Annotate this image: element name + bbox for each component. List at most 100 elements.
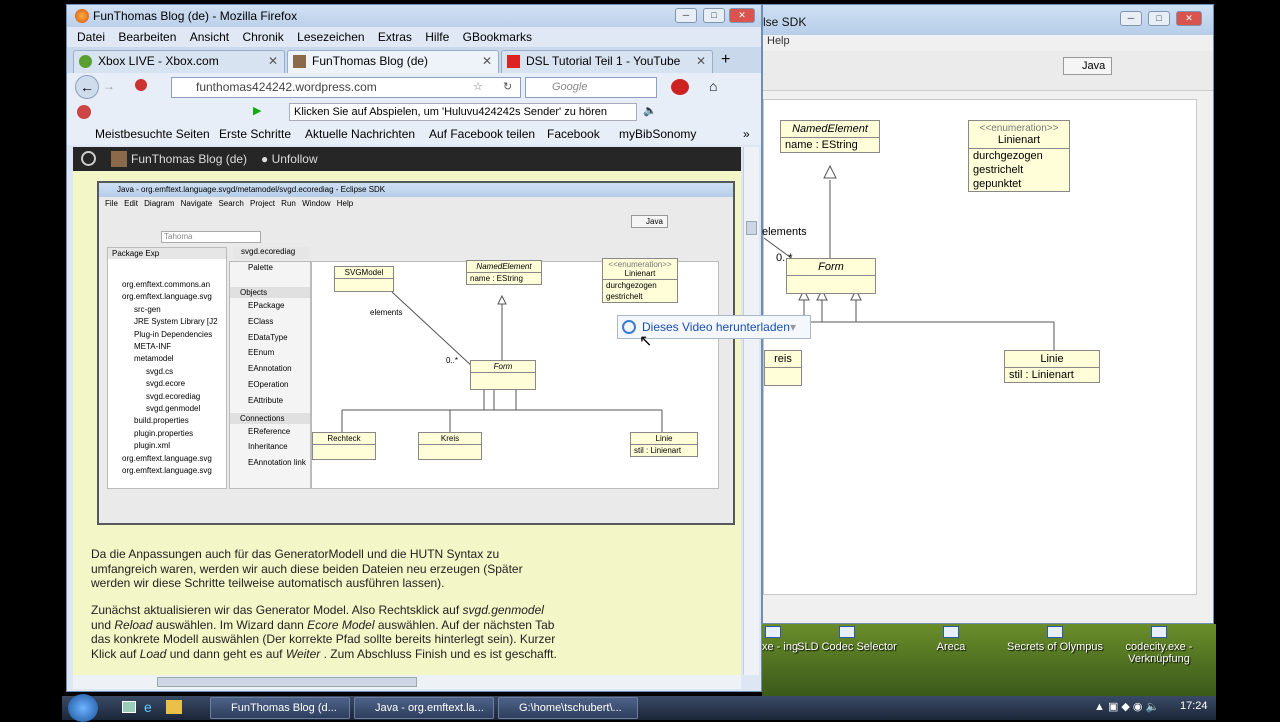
menu-hilfe[interactable]: Hilfe — [425, 30, 449, 44]
menu-chronik[interactable]: Chronik — [242, 30, 283, 44]
shot-menu: File Edit Diagram Navigate Search Projec… — [105, 199, 354, 208]
bookmark-meistbesucht[interactable]: Meistbesuchte Seiten — [95, 127, 210, 141]
article-paragraph-2: Zunächst aktualisieren wir das Generator… — [91, 603, 557, 661]
shortcut-icon — [943, 626, 959, 638]
bg-uml-linie[interactable]: Linie stil : Linienart — [1004, 350, 1100, 383]
bg-eclipse-title: lse SDK — [763, 15, 807, 29]
taskbar-firefox[interactable]: FunThomas Blog (d... — [210, 697, 350, 719]
maximize-icon[interactable]: □ — [1148, 11, 1170, 26]
ie-icon[interactable]: e — [144, 699, 152, 715]
desktop-icon-2[interactable]: SLD Codec Selector — [792, 626, 902, 653]
maximize-icon[interactable]: □ — [703, 8, 725, 23]
adblock-icon[interactable] — [671, 79, 689, 95]
window-title: FunThomas Blog (de) - Mozilla Firefox — [93, 9, 298, 23]
tab-xbox[interactable]: Xbox LIVE - Xbox.com ✕ — [73, 50, 285, 73]
bookmark-nachrichten[interactable]: Aktuelle Nachrichten — [305, 127, 415, 141]
menu-bearbeiten[interactable]: Bearbeiten — [118, 30, 176, 44]
bookmarks-overflow-icon[interactable]: » — [743, 127, 750, 141]
close-icon[interactable]: ✕ — [729, 8, 755, 23]
desktop-background: ll.exe - ing SLD Codec Selector Areca Se… — [748, 624, 1216, 696]
bg-uml-form[interactable]: Form — [786, 258, 876, 294]
search-input[interactable]: Google — [525, 77, 657, 98]
bookmark-mybibsonomy[interactable]: myBibSonomy — [619, 127, 696, 141]
shot-title: Java - org.emftext.language.svgd/metamod… — [99, 183, 733, 197]
taskbar-explorer[interactable]: G:\home\tschubert\... — [498, 697, 638, 719]
wordpress-admin-bar: FunThomas Blog (de) ● Unfollow — [73, 147, 741, 171]
left-black-border — [0, 0, 62, 720]
shot-package-explorer: Package Exp org.emftext.commons.an org.em… — [107, 247, 227, 489]
home-icon[interactable]: ⌂ — [709, 78, 717, 94]
bg-perspective-java[interactable]: Java — [1063, 57, 1113, 75]
menu-gbookmarks[interactable]: GBookmarks — [463, 30, 532, 44]
avatar — [111, 151, 127, 167]
new-tab-button[interactable]: + — [721, 51, 730, 69]
menu-lesezeichen[interactable]: Lesezeichen — [297, 30, 364, 44]
back-button[interactable]: ← — [75, 75, 99, 99]
tab-close-icon[interactable]: ✕ — [696, 51, 706, 71]
bg-eclipse-titlebar[interactable]: lse SDK ─ □ ✕ — [763, 5, 1213, 35]
bookmark-facebook[interactable]: Facebook — [547, 127, 600, 141]
reload-icon[interactable]: ↻ — [503, 80, 512, 93]
clock[interactable]: 17:24 — [1180, 700, 1208, 712]
blog-name-link[interactable]: FunThomas Blog (de) — [131, 152, 247, 166]
popup-menu-icon[interactable]: ▾ — [790, 316, 796, 338]
play-icon[interactable]: ▶ — [253, 104, 261, 117]
star-icon[interactable]: ☆ — [473, 80, 483, 93]
shortcut-icon — [1047, 626, 1063, 638]
start-button[interactable] — [68, 694, 98, 722]
shortcut-icon — [839, 626, 855, 638]
url-bar[interactable]: funthomas424242.wordpress.com — [171, 77, 521, 98]
menu-bar: Datei Bearbeiten Ansicht Chronik Lesezei… — [67, 27, 761, 47]
firefox-titlebar[interactable]: FunThomas Blog (de) - Mozilla Firefox ─ … — [67, 5, 761, 27]
bg-uml-namedelement[interactable]: NamedElement name : EString — [780, 120, 880, 153]
minimize-icon[interactable]: ─ — [1120, 11, 1142, 26]
close-icon[interactable]: ✕ — [1176, 11, 1202, 26]
windows-taskbar: e FunThomas Blog (d... Java - org.emftex… — [62, 694, 1216, 722]
tab-close-icon[interactable]: ✕ — [482, 51, 492, 71]
bg-help-menu[interactable]: Help — [767, 35, 790, 47]
shortcut-icon — [1151, 626, 1167, 638]
mouse-cursor-icon: ↖ — [639, 333, 653, 350]
youtube-icon — [507, 55, 520, 68]
volume-icon[interactable]: 🔈 — [643, 104, 657, 117]
horizontal-scrollbar[interactable] — [73, 675, 741, 689]
desktop-icon-4[interactable]: Secrets of Olympus — [1000, 626, 1110, 653]
bg-uml-enum-linienart[interactable]: <<enumeration>> Linienart durchgezogen ge… — [968, 120, 1070, 192]
unfollow-button[interactable]: ● Unfollow — [261, 152, 318, 166]
blog-content: Java - org.emftext.language.svgd/metamod… — [73, 171, 741, 675]
tab-youtube[interactable]: DSL Tutorial Teil 1 - YouTube ✕ — [501, 50, 713, 73]
bg-diagram-canvas[interactable]: NamedElement name : EString <<enumeratio… — [762, 99, 1197, 595]
firefox-icon — [75, 9, 89, 23]
right-black-border — [1216, 0, 1280, 720]
record-icon[interactable] — [77, 105, 91, 119]
tab-bar: Xbox LIVE - Xbox.com ✕ FunThomas Blog (de… — [67, 47, 761, 73]
firefox-window[interactable]: FunThomas Blog (de) - Mozilla Firefox ─ … — [66, 4, 811, 692]
hscroll-thumb[interactable] — [157, 677, 417, 687]
eclipse-screenshot-image: Java - org.emftext.language.svgd/metamod… — [97, 181, 735, 525]
shortcut-icon — [765, 626, 781, 638]
forward-button[interactable]: → — [103, 79, 115, 93]
addon-icon[interactable] — [135, 79, 147, 91]
desktop-icon-3[interactable]: Areca — [896, 626, 1006, 653]
scrollbar-thumb[interactable] — [746, 221, 757, 235]
menu-datei[interactable]: Datei — [77, 30, 105, 44]
minimize-icon[interactable]: ─ — [675, 8, 697, 23]
background-eclipse-window[interactable]: lse SDK ─ □ ✕ Help Java NamedElement nam… — [762, 4, 1214, 624]
vertical-scrollbar[interactable] — [743, 147, 759, 675]
radio-ticker[interactable]: Klicken Sie auf Abspielen, um 'Huluvu424… — [289, 103, 637, 121]
shot-tree: org.emftext.commons.an org.emftext.langua… — [122, 280, 218, 476]
menu-ansicht[interactable]: Ansicht — [190, 30, 229, 44]
bg-toolbar: Java — [763, 51, 1213, 91]
bg-uml-kreis[interactable]: reis — [764, 350, 802, 386]
wordpress-icon[interactable] — [81, 151, 96, 166]
tab-funthomas-blog[interactable]: FunThomas Blog (de) ✕ — [287, 50, 499, 73]
menu-extras[interactable]: Extras — [378, 30, 412, 44]
taskbar-eclipse[interactable]: Java - org.emftext.la... — [354, 697, 494, 719]
bookmark-facebook-teilen[interactable]: Auf Facebook teilen — [429, 127, 535, 141]
bookmark-erste-schritte[interactable]: Erste Schritte — [219, 127, 291, 141]
tab-close-icon[interactable]: ✕ — [268, 51, 278, 71]
desktop-icon-5[interactable]: codecity.exe - Verknüpfung — [1104, 626, 1214, 665]
tray-icons[interactable]: ▲ ▣ ◆ ◉ 🔈 — [1094, 700, 1159, 713]
show-desktop-icon[interactable] — [122, 701, 136, 713]
explorer-icon[interactable] — [166, 700, 182, 714]
